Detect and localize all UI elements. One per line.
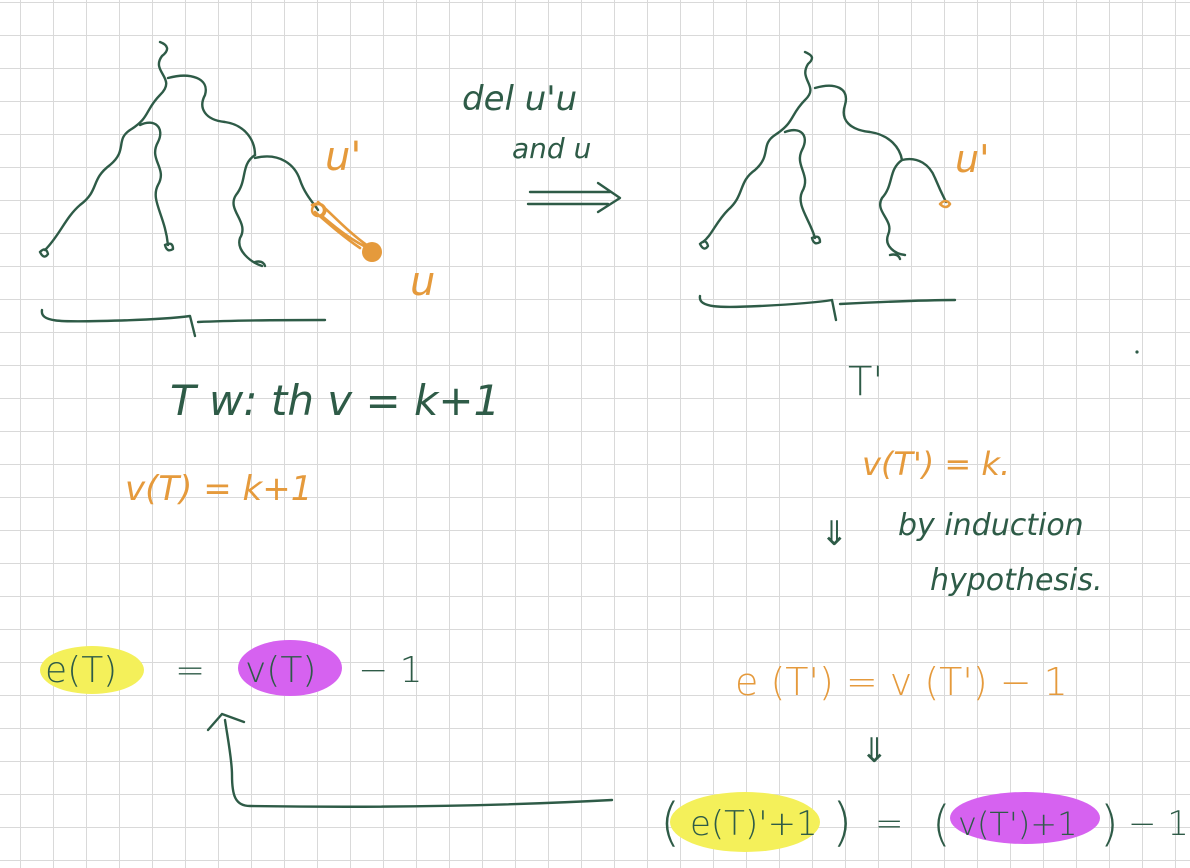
tree-T-prime-leaf-right — [888, 253, 902, 261]
goal-v-T: v(T) — [245, 650, 316, 691]
vertex-u-dot — [362, 242, 382, 262]
tree-T-prime-trunk — [701, 50, 814, 244]
tree-T-prime-ground — [698, 294, 957, 322]
implies-arrow — [526, 181, 622, 214]
tree-T-leaf-mid — [163, 242, 175, 252]
implies-down-1: ⇓ — [820, 514, 849, 554]
tree-T-ground — [40, 308, 327, 338]
deleted-edge-u-prime-u — [310, 200, 374, 252]
bottom-minus-one: − 1 — [1128, 804, 1189, 844]
tree-T-leaf-left — [38, 248, 50, 258]
left-caption: T w: th v = k+1 — [170, 376, 500, 425]
tree-T-branch-top — [166, 74, 257, 157]
bottom-equals: = — [875, 804, 904, 844]
bottom-rhs-close: ) — [1100, 796, 1119, 852]
left-vertex-count: v(T) = k+1 — [125, 469, 312, 509]
label-u-left: u — [410, 259, 435, 305]
arrow-line2: and u — [512, 132, 591, 165]
label-u-prime-left: u' — [325, 134, 361, 180]
vertex-u-prime-right — [938, 199, 952, 209]
label-u-prime-right: u' — [955, 137, 990, 181]
notes-canvas: u' u del u'u and u u' T w: th v = k+1 v(… — [38, 40, 1189, 853]
return-arrow — [206, 712, 614, 808]
right-equation: e (T') = v (T') − 1 — [735, 660, 1068, 704]
goal-equals: = — [175, 650, 205, 691]
bottom-rhs-open: ( — [932, 796, 951, 852]
right-vertex-count: v(T') = k. — [862, 445, 1010, 483]
goal-minus-one: − 1 — [358, 650, 423, 691]
tree-T-prime-branch-mid — [783, 128, 817, 240]
tree-T-prime-branch-right — [879, 158, 907, 257]
reason-line1: by induction — [898, 508, 1084, 543]
right-caption: T' — [848, 359, 883, 405]
bottom-rhs-highlight: v(T')+1 — [958, 805, 1077, 843]
implies-down-2: ⇓ — [860, 731, 889, 771]
arrow-line1: del u'u — [462, 79, 577, 119]
tree-T-trunk — [43, 40, 169, 252]
tree-T-prime-branch-top — [813, 84, 904, 162]
goal-e-T: e(T) — [45, 650, 117, 691]
tree-T-prime-leaf-mid — [810, 235, 822, 245]
bottom-lhs-highlight: e(T)'+1 — [690, 804, 818, 844]
tree-T-prime-leaf-left — [698, 240, 710, 250]
tree-T-prime-branch-far — [900, 157, 948, 204]
tree-T-branch-mid — [138, 121, 170, 247]
tree-T-prime — [698, 50, 957, 322]
stray-dot — [1135, 350, 1139, 354]
goal-equation: e(T) = v(T) − 1 — [40, 640, 423, 696]
reason-line2: hypothesis. — [930, 563, 1103, 598]
tree-T — [38, 40, 382, 338]
tree-T-branch-right — [232, 153, 264, 268]
bottom-equation: ( e(T)'+1 ) = ( v(T')+1 ) − 1 — [660, 792, 1189, 853]
bottom-lhs-close: ) — [832, 793, 852, 853]
tree-T-branch-far — [253, 155, 320, 212]
bottom-lhs-open: ( — [660, 793, 680, 853]
